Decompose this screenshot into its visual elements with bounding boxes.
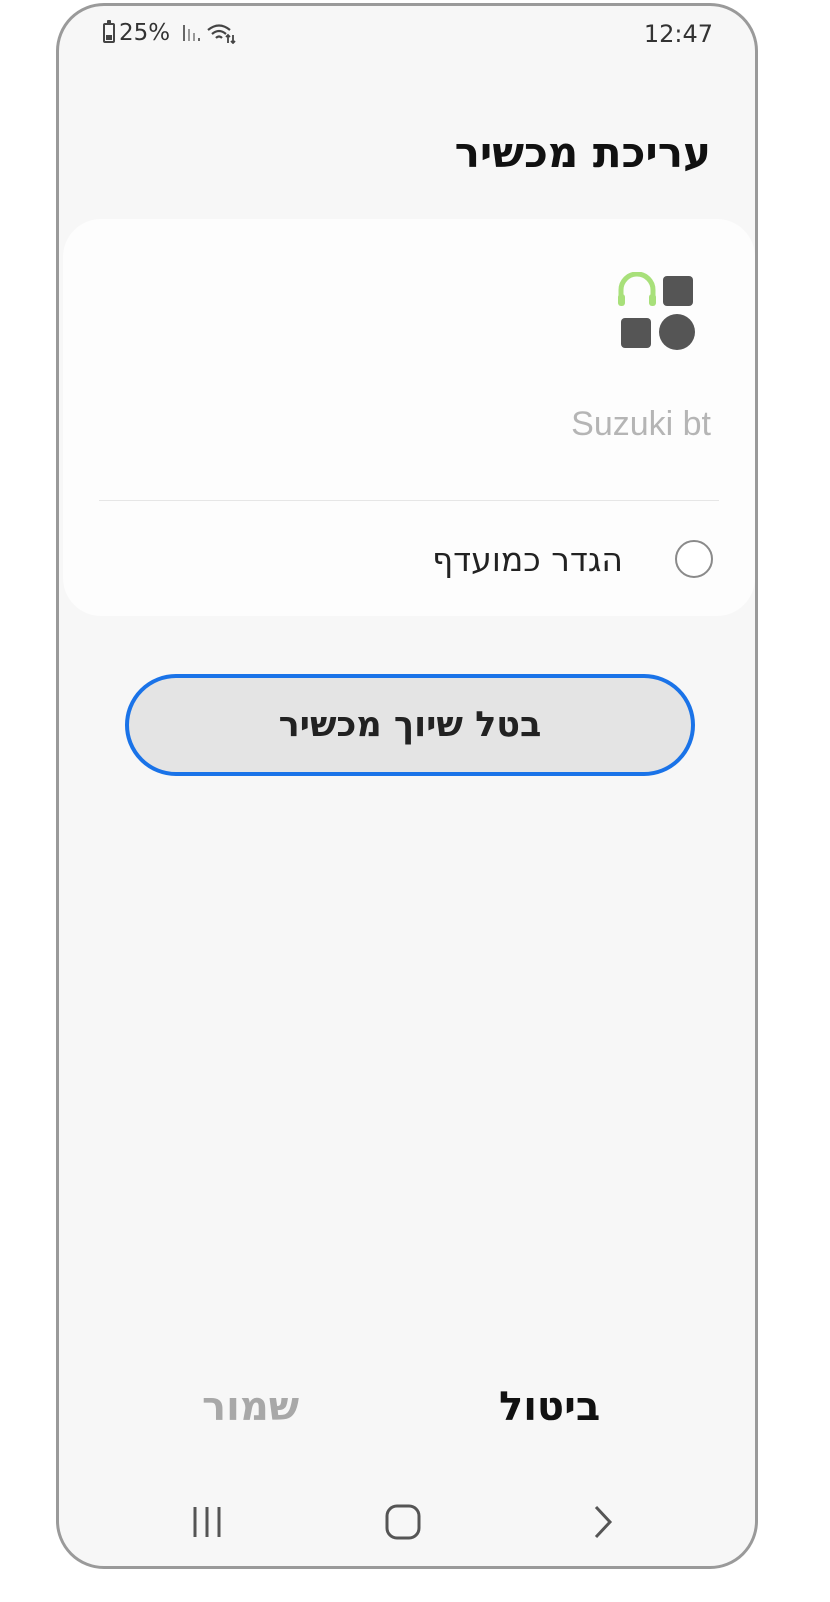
cellular-signal-icon (183, 25, 201, 41)
status-indicators: 25% (103, 20, 236, 46)
wifi-icon (207, 24, 236, 44)
back-button[interactable] (573, 1492, 633, 1552)
home-icon (385, 1504, 421, 1540)
phone-screen: 25% 12:47 עריכת מכשיר Suzuki bt הגדר כמו… (56, 3, 758, 1569)
home-button[interactable] (373, 1492, 433, 1552)
battery-level: 25% (119, 20, 171, 46)
back-icon (594, 1505, 613, 1539)
unpair-device-button[interactable]: בטל שיוך מכשיר (125, 674, 695, 776)
device-name-input[interactable] (191, 405, 711, 444)
set-as-preferred-label: הגדר כמועדף (432, 539, 623, 579)
bottom-actions: ביטול שמור (59, 1384, 755, 1444)
divider (99, 500, 719, 501)
clock: 12:47 (643, 20, 713, 48)
navigation-bar (59, 1492, 755, 1552)
battery-icon (103, 20, 115, 43)
device-category-icon (618, 272, 695, 350)
save-button[interactable]: שמור (202, 1384, 299, 1430)
set-as-preferred-radio[interactable] (675, 540, 713, 578)
device-card: הגדר כמועדף (63, 219, 755, 616)
page-title: עריכת מכשיר (454, 128, 711, 177)
set-as-preferred-option[interactable]: הגדר כמועדף (99, 531, 719, 587)
status-bar: 25% 12:47 (59, 6, 755, 62)
cancel-button[interactable]: ביטול (499, 1384, 600, 1430)
recents-button[interactable] (177, 1492, 237, 1552)
recents-icon (193, 1507, 221, 1537)
